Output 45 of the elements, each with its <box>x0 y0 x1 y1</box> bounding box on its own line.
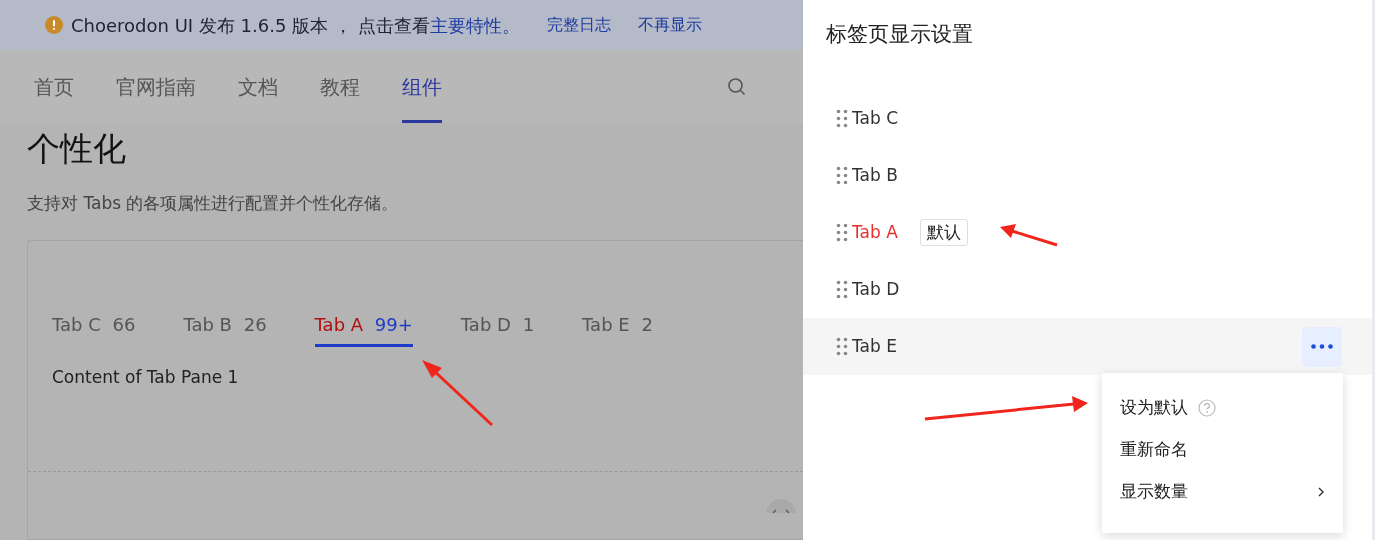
tab-name: Tab A <box>852 220 898 244</box>
drag-handle-icon[interactable] <box>836 109 848 128</box>
tab-name: Tab E <box>852 334 897 358</box>
drawer-list-item[interactable]: Tab C <box>803 90 1372 147</box>
drawer-list-item[interactable]: Tab E <box>803 318 1372 375</box>
banner-link[interactable]: 完整日志 <box>546 13 611 38</box>
drag-handle-icon[interactable] <box>836 337 848 356</box>
arrow-annotation <box>1000 224 1058 247</box>
more-icon <box>1311 344 1333 349</box>
drag-handle-icon[interactable] <box>836 166 848 185</box>
tab-name: Tab D <box>852 277 900 301</box>
menu-item[interactable]: 重新命名 <box>1102 429 1343 471</box>
tab-content-text: Content of Tab Pane 1 <box>52 366 240 389</box>
feature-link[interactable]: 主要特性。 <box>429 14 520 36</box>
arrow-annotation <box>422 360 494 427</box>
tab-name: Tab B <box>852 163 898 187</box>
drawer-title: 标签页显示设置 <box>825 21 974 48</box>
nav-item[interactable]: 官网指南 <box>116 50 196 123</box>
default-tag: 默认 <box>919 218 968 247</box>
announcement-text: Choerodon UI 发布 1.6.5 版本 ， 点击查看主要特性。 <box>71 13 520 38</box>
drawer-list-item[interactable]: Tab A 默认 <box>803 204 1372 261</box>
more-button[interactable] <box>1302 326 1342 367</box>
demo-tab[interactable]: Tab C 66 <box>52 311 136 347</box>
nav-item[interactable]: 教程 <box>320 50 360 123</box>
search-icon[interactable] <box>727 76 747 97</box>
nav-item[interactable]: 文档 <box>238 50 278 123</box>
banner-link[interactable]: 不再显示 <box>637 13 702 38</box>
nav-item[interactable]: 组件 <box>402 50 442 123</box>
demo-tab[interactable]: Tab A 99+ <box>314 311 413 347</box>
chevron-right-icon <box>1317 486 1325 498</box>
drag-handle-icon[interactable] <box>836 280 848 299</box>
drawer-list-item[interactable]: Tab D <box>803 261 1372 318</box>
drag-handle-icon[interactable] <box>836 223 848 242</box>
nav-item[interactable]: 首页 <box>34 50 74 123</box>
warning-icon <box>45 16 63 35</box>
menu-item[interactable]: 设为默认 <box>1102 387 1343 429</box>
tab-name: Tab C <box>852 106 899 130</box>
demo-tab[interactable]: Tab D 1 <box>460 311 535 347</box>
drawer-list-item[interactable]: Tab B <box>803 147 1372 204</box>
menu-item[interactable]: 显示数量 <box>1102 471 1343 513</box>
demo-tab[interactable]: Tab B 26 <box>183 311 267 347</box>
demo-tab[interactable]: Tab E 2 <box>582 311 653 347</box>
help-icon[interactable] <box>1198 399 1216 417</box>
page-description: 支持对 Tabs 的各项属性进行配置并个性化存储。 <box>27 191 400 215</box>
page-heading: 个性化 <box>27 128 127 169</box>
